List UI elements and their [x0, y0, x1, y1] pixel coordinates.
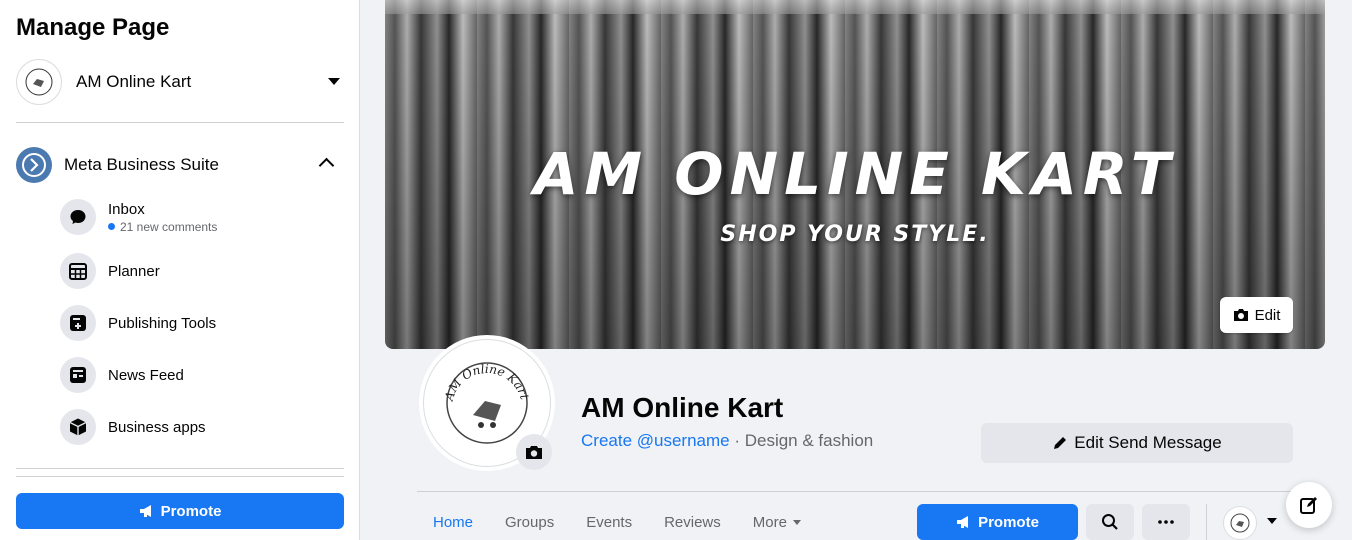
page-switcher[interactable]: AM Online Kart	[16, 58, 344, 106]
chevron-up-icon[interactable]	[318, 157, 335, 174]
chat-bubble-icon	[60, 199, 96, 235]
tab-events[interactable]: Events	[570, 504, 648, 540]
tab-reviews[interactable]: Reviews	[648, 504, 737, 540]
divider	[16, 468, 344, 469]
caret-down-icon[interactable]	[1267, 518, 1277, 524]
divider	[16, 122, 344, 123]
svg-text:AM Online Kart: AM Online Kart	[442, 362, 532, 403]
camera-icon	[1233, 309, 1248, 321]
create-username-link[interactable]: Create @username	[581, 431, 730, 450]
tab-label: Reviews	[664, 513, 721, 531]
meta-business-suite-icon	[16, 147, 52, 183]
cube-icon	[60, 409, 96, 445]
caret-down-icon[interactable]	[328, 78, 340, 85]
tab-label: More	[752, 513, 787, 531]
logo-icon	[1230, 513, 1250, 533]
sidebar-item-label: Inbox	[108, 200, 145, 218]
sidebar-item-publishing-tools[interactable]: Publishing Tools	[60, 303, 340, 343]
page-avatar	[16, 59, 62, 105]
publishing-tools-icon	[60, 305, 96, 341]
promote-label: Promote	[978, 513, 1039, 531]
edit-cover-label: Edit	[1254, 306, 1281, 324]
caret-down-icon	[792, 519, 801, 525]
sidebar-item-news-feed[interactable]: News Feed	[60, 355, 340, 395]
compose-button[interactable]	[1286, 482, 1332, 528]
edit-send-label: Edit Send Message	[1074, 433, 1222, 452]
inbox-sub-text: 21 new comments	[120, 219, 218, 234]
meta-business-suite-label: Meta Business Suite	[64, 155, 219, 174]
sidebar-item-inbox[interactable]: Inbox 21 new comments	[60, 197, 340, 237]
cover-title: AM ONLINE KART	[533, 140, 1177, 208]
camera-icon	[526, 446, 542, 459]
meta-business-suite-section[interactable]: Meta Business Suite	[16, 146, 344, 184]
divider	[417, 491, 1293, 492]
tab-home[interactable]: Home	[417, 504, 489, 540]
more-options-button[interactable]	[1142, 504, 1190, 540]
page-category: · Design & fashion	[729, 431, 874, 450]
sidebar-title: Manage Page	[16, 14, 170, 41]
page-meta: Create @username · Design & fashion	[581, 431, 873, 451]
page-switcher-name: AM Online Kart	[76, 72, 192, 91]
compose-icon	[1300, 497, 1317, 514]
manage-page-sidebar: Manage Page AM Online Kart Meta Business…	[0, 0, 360, 540]
cover-photo: AM ONLINE KART SHOP YOUR STYLE.	[385, 0, 1325, 349]
news-feed-icon	[60, 357, 96, 393]
tab-label: Home	[433, 513, 474, 531]
cover-subtitle: SHOP YOUR STYLE.	[720, 222, 990, 247]
tab-label: Events	[586, 513, 633, 531]
sidebar-item-label: Planner	[108, 262, 160, 280]
divider	[16, 476, 344, 477]
ellipsis-icon	[1158, 520, 1174, 524]
sidebar-item-label: Business apps	[108, 418, 206, 436]
page-tabs: Home Groups Events Reviews More	[417, 504, 817, 540]
edit-send-message-button[interactable]: Edit Send Message	[981, 423, 1293, 463]
edit-cover-button[interactable]: Edit	[1220, 297, 1293, 333]
tab-groups[interactable]: Groups	[489, 504, 570, 540]
search-button[interactable]	[1086, 504, 1134, 540]
clothes-rail	[385, 0, 1325, 14]
pencil-icon	[1054, 437, 1067, 449]
sidebar-item-planner[interactable]: Planner	[60, 251, 340, 291]
sidebar-item-label: Publishing Tools	[108, 314, 217, 332]
promote-label: Promote	[160, 502, 222, 520]
megaphone-icon	[139, 505, 151, 517]
calendar-grid-icon	[60, 253, 96, 289]
profile-camera-button[interactable]	[516, 434, 552, 470]
sidebar-promote-button[interactable]: Promote	[16, 493, 344, 529]
sidebar-item-label: News Feed	[108, 366, 184, 384]
inbox-new-comments: 21 new comments	[108, 220, 217, 234]
search-icon	[1102, 514, 1118, 530]
logo-icon	[25, 68, 53, 96]
acting-as-avatar[interactable]	[1223, 506, 1257, 540]
page-title: AM Online Kart	[581, 392, 784, 423]
megaphone-icon	[957, 516, 969, 528]
sidebar-item-business-apps[interactable]: Business apps	[60, 407, 340, 447]
divider	[1206, 504, 1207, 540]
tab-more[interactable]: More	[737, 504, 817, 540]
promote-button[interactable]: Promote	[917, 504, 1078, 540]
tab-label: Groups	[505, 513, 555, 531]
unread-dot	[108, 223, 115, 230]
